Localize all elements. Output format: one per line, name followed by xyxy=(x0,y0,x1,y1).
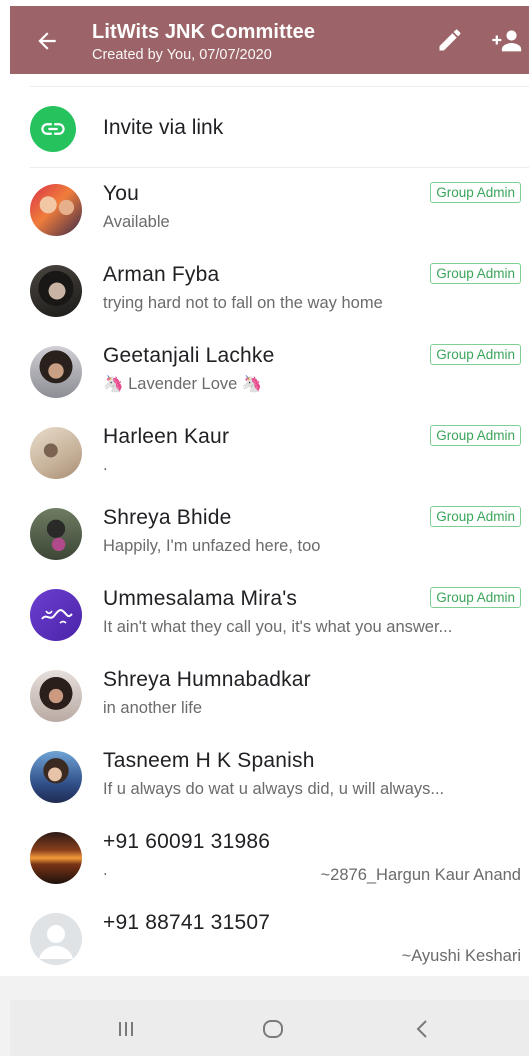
participant-row[interactable]: +91 88741 31507 ~Ayushi Keshari xyxy=(0,899,529,980)
participant-row[interactable]: Geetanjali Lachke 🦄 Lavender Love 🦄 Grou… xyxy=(0,332,529,413)
link-icon xyxy=(41,123,65,135)
invite-label: Invite via link xyxy=(103,116,224,139)
avatar xyxy=(30,265,82,317)
group-admin-badge: Group Admin xyxy=(430,425,521,446)
invite-link-avatar xyxy=(30,106,76,152)
recent-apps-icon[interactable] xyxy=(113,1016,139,1042)
group-admin-badge: Group Admin xyxy=(430,506,521,527)
default-avatar xyxy=(30,913,82,965)
participant-name: +91 88741 31507 xyxy=(103,911,271,934)
avatar xyxy=(30,427,82,479)
add-participant-icon[interactable] xyxy=(490,26,524,54)
group-title[interactable]: LitWits JNK Committee xyxy=(92,21,315,44)
participant-status: in another life xyxy=(103,699,203,717)
group-subtitle: Created by You, 07/07/2020 xyxy=(92,47,272,63)
participant-name: Ummesalama Mira's xyxy=(103,587,298,610)
invite-via-link-row[interactable]: Invite via link xyxy=(0,88,529,166)
avatar xyxy=(30,832,82,884)
participant-name: Harleen Kaur xyxy=(103,425,230,448)
participant-row[interactable]: Shreya Bhide Happily, I'm unfazed here, … xyxy=(0,494,529,575)
participant-row[interactable]: Shreya Humnabadkar in another life xyxy=(0,656,529,737)
participant-row[interactable]: Harleen Kaur . Group Admin xyxy=(0,413,529,494)
back-icon[interactable] xyxy=(410,1016,436,1042)
participant-status: Happily, I'm unfazed here, too xyxy=(103,537,321,555)
participant-status: It ain't what they call you, it's what y… xyxy=(103,618,453,636)
participant-status: . xyxy=(103,456,108,474)
participant-pushname: ~Ayushi Keshari xyxy=(401,947,521,965)
participant-name: Shreya Bhide xyxy=(103,506,232,529)
participant-name: You xyxy=(103,182,140,205)
group-admin-badge: Group Admin xyxy=(430,344,521,365)
divider xyxy=(30,86,529,87)
avatar xyxy=(30,508,82,560)
participant-status: Available xyxy=(103,213,170,231)
divider xyxy=(30,167,529,168)
participant-row[interactable]: +91 60091 31986 . ~2876_Hargun Kaur Anan… xyxy=(0,818,529,899)
participant-name: Tasneem H K Spanish xyxy=(103,749,315,772)
avatar xyxy=(30,670,82,722)
avatar xyxy=(30,346,82,398)
participant-name: Geetanjali Lachke xyxy=(103,344,275,367)
participant-status: trying hard not to fall on the way home xyxy=(103,294,383,312)
system-navigation-bar xyxy=(10,1000,529,1056)
home-icon[interactable] xyxy=(260,1016,286,1042)
participant-pushname: ~2876_Hargun Kaur Anand xyxy=(320,866,521,884)
calligraphy-avatar-art xyxy=(41,609,73,624)
back-arrow-icon[interactable] xyxy=(34,28,60,54)
default-person-icon xyxy=(39,925,73,959)
app-bar: LitWits JNK Committee Created by You, 07… xyxy=(10,6,529,74)
avatar xyxy=(30,751,82,803)
group-admin-badge: Group Admin xyxy=(430,263,521,284)
avatar xyxy=(30,589,82,641)
participant-name: Arman Fyba xyxy=(103,263,220,286)
avatar xyxy=(30,184,82,236)
edit-icon[interactable] xyxy=(436,26,464,54)
participant-status: If u always do wat u always did, u will … xyxy=(103,780,445,798)
participant-name: Shreya Humnabadkar xyxy=(103,668,311,691)
group-admin-badge: Group Admin xyxy=(430,587,521,608)
participant-row[interactable]: Arman Fyba trying hard not to fall on th… xyxy=(0,251,529,332)
participant-status: 🦄 Lavender Love 🦄 xyxy=(103,375,263,393)
participant-name: +91 60091 31986 xyxy=(103,830,271,853)
participant-row[interactable]: Ummesalama Mira's It ain't what they cal… xyxy=(0,575,529,656)
participant-row[interactable]: You Available Group Admin xyxy=(0,170,529,251)
group-admin-badge: Group Admin xyxy=(430,182,521,203)
participant-row[interactable]: Tasneem H K Spanish If u always do wat u… xyxy=(0,737,529,818)
